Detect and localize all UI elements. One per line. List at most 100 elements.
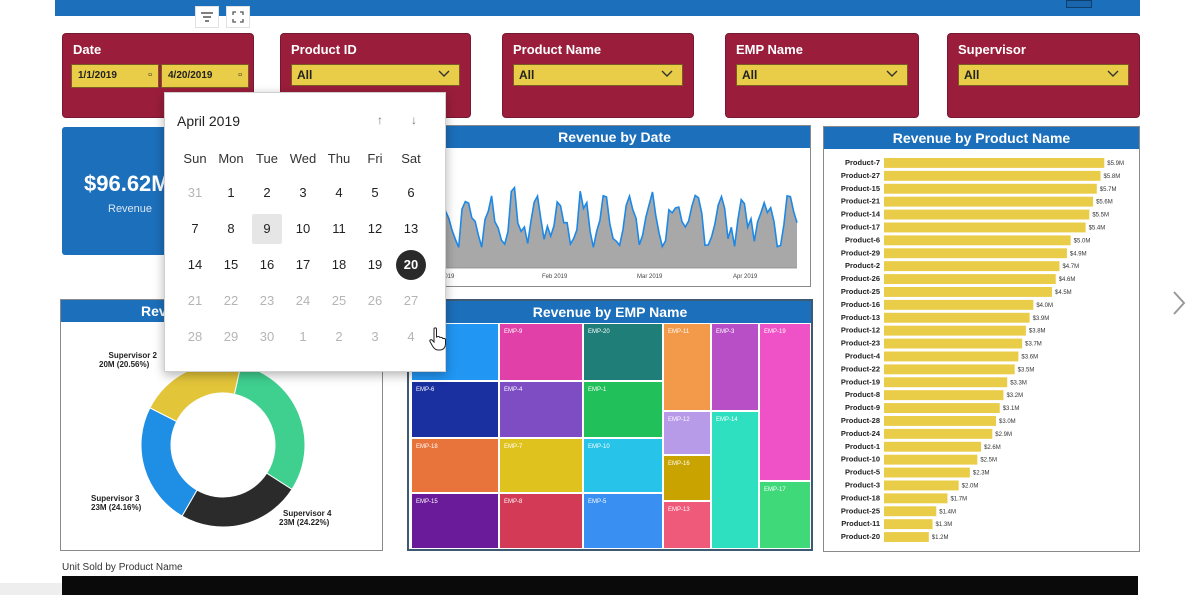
calendar-day[interactable]: 16 bbox=[252, 250, 282, 280]
weekday-label: Sat bbox=[401, 151, 421, 166]
calendar-day[interactable]: 22 bbox=[216, 286, 246, 316]
revenue-by-emp-card[interactable]: Revenue by EMP Name EMP-6 EMP-18 EMP-15 EMP… bbox=[407, 299, 813, 551]
calendar-day[interactable]: 23 bbox=[252, 286, 282, 316]
product-revenue-bar[interactable] bbox=[884, 158, 1105, 168]
supervisor-donut-chart[interactable] bbox=[136, 360, 311, 530]
product-revenue-bar[interactable] bbox=[884, 467, 970, 478]
product-revenue-bar[interactable] bbox=[884, 454, 978, 465]
calendar-day[interactable]: 24 bbox=[288, 286, 318, 316]
calendar-day[interactable]: 15 bbox=[216, 250, 246, 280]
product-revenue-bar[interactable] bbox=[884, 312, 1030, 323]
product-revenue-bar[interactable] bbox=[884, 403, 1000, 413]
product-revenue-bar[interactable] bbox=[884, 480, 959, 491]
calendar-day[interactable]: 21 bbox=[180, 286, 210, 316]
product-revenue-bar[interactable] bbox=[884, 532, 929, 542]
emp-name-dropdown[interactable]: All bbox=[736, 64, 908, 86]
calendar-day[interactable]: 1 bbox=[216, 178, 246, 208]
treemap-cell[interactable] bbox=[712, 412, 758, 548]
product-revenue-bar[interactable] bbox=[884, 428, 993, 439]
donut-segment-supervisor-3[interactable] bbox=[140, 407, 198, 517]
calendar-day[interactable]: 6 bbox=[396, 178, 426, 208]
product-revenue-bar[interactable] bbox=[884, 287, 1052, 297]
revenue-by-date-card[interactable]: Revenue by Date 2019 Feb 2019 Mar 2019 Apr … bbox=[418, 125, 811, 287]
calendar-day[interactable]: 30 bbox=[252, 322, 282, 352]
calendar-day[interactable]: 12 bbox=[360, 214, 390, 244]
arrow-down-icon[interactable]: ↓ bbox=[411, 113, 417, 127]
product-revenue-bar[interactable] bbox=[884, 519, 933, 530]
focus-mode-icon[interactable] bbox=[226, 6, 250, 28]
product-revenue-bar[interactable] bbox=[884, 170, 1101, 181]
product-revenue-bar[interactable] bbox=[884, 299, 1034, 310]
product-revenue-bar[interactable] bbox=[884, 364, 1015, 375]
product-revenue-bar[interactable] bbox=[884, 506, 937, 517]
date-picker-popup[interactable]: April 2019 ↑ ↓ Sun Mon Tue Wed Thu Fri Sat 31 1… bbox=[164, 92, 446, 372]
revenue-kpi-card[interactable]: $96.62M Revenue bbox=[62, 127, 170, 255]
chevron-right-icon[interactable] bbox=[1170, 288, 1188, 318]
calendar-day[interactable]: 2 bbox=[252, 178, 282, 208]
revenue-by-date-line-chart[interactable]: 2019 Feb 2019 Mar 2019 Apr 2019 bbox=[427, 152, 803, 282]
product-revenue-bar[interactable] bbox=[884, 235, 1071, 246]
product-revenue-bar[interactable] bbox=[884, 325, 1026, 336]
start-date-input[interactable]: 1/1/2019 ▫ bbox=[71, 64, 159, 88]
product-revenue-bar[interactable] bbox=[884, 390, 1004, 401]
calendar-day[interactable]: 3 bbox=[360, 322, 390, 352]
calendar-day[interactable]: 4 bbox=[324, 178, 354, 208]
chevron-down-icon[interactable] bbox=[660, 66, 674, 80]
product-revenue-bar[interactable] bbox=[884, 274, 1056, 284]
product-revenue-bar[interactable] bbox=[884, 183, 1097, 194]
calendar-day[interactable]: 28 bbox=[180, 322, 210, 352]
product-revenue-bar[interactable] bbox=[884, 248, 1067, 259]
calendar-day[interactable]: 19 bbox=[360, 250, 390, 280]
product-revenue-bar[interactable] bbox=[884, 196, 1094, 207]
revenue-by-product-bar-chart[interactable]: Product-7 $5.9M Product-27 $5.8M Product-15 $… bbox=[826, 155, 1138, 547]
calendar-day[interactable]: 3 bbox=[288, 178, 318, 208]
revenue-by-product-card[interactable]: Revenue by Product Name Product-7 $5.9M Pr… bbox=[823, 126, 1140, 552]
calendar-day[interactable]: 10 bbox=[288, 214, 318, 244]
chevron-down-icon[interactable] bbox=[885, 66, 899, 80]
calendar-day[interactable]: 18 bbox=[324, 250, 354, 280]
calendar-day[interactable]: 31 bbox=[180, 178, 210, 208]
product-name-dropdown[interactable]: All bbox=[513, 64, 683, 86]
product-revenue-bar[interactable] bbox=[884, 338, 1023, 349]
calendar-day[interactable]: 14 bbox=[180, 250, 210, 280]
product-id-dropdown[interactable]: All bbox=[291, 64, 460, 86]
product-revenue-bar[interactable] bbox=[884, 441, 982, 452]
product-revenue-bar[interactable] bbox=[884, 416, 996, 426]
product-revenue-bar[interactable] bbox=[884, 261, 1060, 272]
arrow-up-icon[interactable]: ↑ bbox=[377, 113, 383, 127]
supervisor-dropdown[interactable]: All bbox=[958, 64, 1129, 86]
filter-icon[interactable] bbox=[195, 6, 219, 28]
product-revenue-bar[interactable] bbox=[884, 351, 1019, 362]
calendar-day[interactable]: 13 bbox=[396, 214, 426, 244]
treemap-cell[interactable] bbox=[760, 324, 810, 480]
calendar-day[interactable]: 8 bbox=[216, 214, 246, 244]
header-badge[interactable] bbox=[1066, 0, 1092, 8]
calendar-day[interactable]: 25 bbox=[324, 286, 354, 316]
treemap-cell[interactable] bbox=[664, 324, 710, 410]
calendar-day[interactable]: 29 bbox=[216, 322, 246, 352]
calendar-icon[interactable]: ▫ bbox=[238, 69, 242, 81]
calendar-day[interactable]: 7 bbox=[180, 214, 210, 244]
calendar-day[interactable]: 20 bbox=[396, 250, 426, 280]
product-revenue-bar[interactable] bbox=[884, 377, 1008, 388]
unit-sold-chart-strip[interactable] bbox=[62, 576, 1138, 595]
end-date-input[interactable]: 4/20/2019 ▫ bbox=[161, 64, 249, 88]
calendar-day[interactable]: 9 bbox=[252, 214, 282, 244]
calendar-day[interactable]: 2 bbox=[324, 322, 354, 352]
donut-segment-supervisor-1[interactable] bbox=[233, 364, 306, 491]
chevron-down-icon[interactable] bbox=[1106, 66, 1120, 80]
emp-treemap[interactable]: EMP-6 EMP-18 EMP-15 EMP-9 EMP-4 EMP-7 EMP-8 EMP… bbox=[411, 323, 811, 549]
calendar-day[interactable]: 27 bbox=[396, 286, 426, 316]
calendar-day[interactable]: 17 bbox=[288, 250, 318, 280]
calendar-day[interactable]: 26 bbox=[360, 286, 390, 316]
calendar-day[interactable]: 11 bbox=[324, 214, 354, 244]
calendar-day[interactable]: 4 bbox=[396, 322, 426, 352]
calendar-icon[interactable]: ▫ bbox=[148, 69, 152, 81]
calendar-day[interactable]: 5 bbox=[360, 178, 390, 208]
product-revenue-bar[interactable] bbox=[884, 222, 1086, 233]
chevron-down-icon[interactable] bbox=[437, 66, 451, 80]
treemap-cell[interactable] bbox=[712, 324, 758, 410]
product-revenue-bar[interactable] bbox=[884, 209, 1090, 220]
product-revenue-bar[interactable] bbox=[884, 493, 948, 504]
calendar-day[interactable]: 1 bbox=[288, 322, 318, 352]
